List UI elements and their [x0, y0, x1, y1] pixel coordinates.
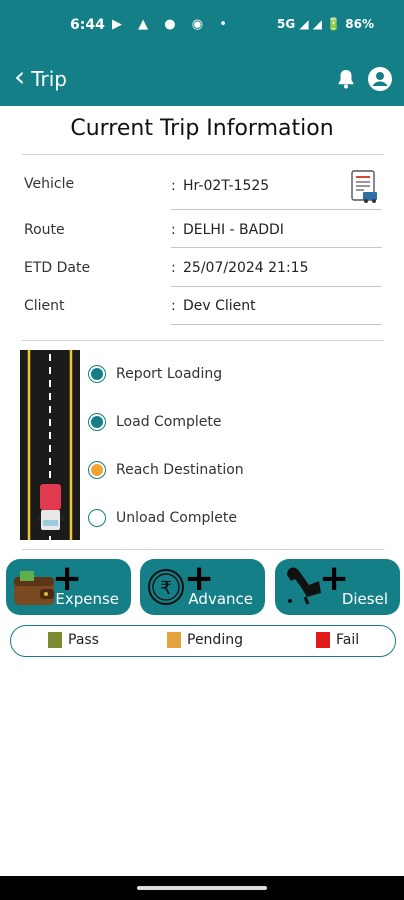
advance-button[interactable]: ₹ + Advance — [140, 559, 265, 615]
etd-date-colon: : — [171, 260, 176, 276]
fail-swatch — [316, 632, 330, 648]
svg-text:₹: ₹ — [160, 578, 171, 599]
home-gesture-handle[interactable] — [137, 886, 267, 890]
vehicle-label: Vehicle — [24, 176, 75, 192]
step-label: Report Loading — [116, 366, 223, 382]
step-radio[interactable] — [88, 365, 106, 383]
step-unload-complete[interactable]: Unload Complete — [88, 507, 237, 529]
legend-pending: Pending — [167, 632, 243, 648]
step-load-complete[interactable]: Load Complete — [88, 411, 222, 433]
legend-pass-label: Pass — [68, 632, 99, 648]
step-label: Reach Destination — [116, 462, 244, 478]
expense-label: Expense — [55, 590, 119, 608]
client-label: Client — [24, 298, 65, 314]
diesel-label: Diesel — [341, 590, 388, 608]
client-underline — [171, 324, 382, 325]
status-right: 5G ◢ ◢ 🔋 86% — [276, 17, 374, 31]
route-colon: : — [171, 222, 176, 238]
back-button[interactable]: ‹ Trip — [14, 60, 74, 94]
status-bar: 6:44 ▶ ▲ ● ◉ • 5G ◢ ◢ 🔋 86% — [0, 0, 404, 52]
etd-date-label: ETD Date — [24, 260, 91, 276]
road-truck-illustration — [20, 350, 80, 540]
divider — [22, 154, 384, 155]
app-title: Trip — [31, 67, 67, 91]
etd-date-underline — [171, 286, 382, 287]
status-time: 6:44 — [70, 17, 105, 33]
page-title: Current Trip Information — [70, 116, 334, 141]
expense-button[interactable]: + Expense — [6, 559, 131, 615]
divider — [22, 340, 384, 341]
status-legend: Pass Pending Fail — [10, 625, 396, 657]
legend-pending-label: Pending — [187, 632, 243, 648]
client-colon: : — [171, 298, 176, 314]
chevron-left-icon: ‹ — [14, 60, 26, 93]
notification-icons: ▶ ▲ ● ◉ • — [112, 17, 233, 32]
account-icon[interactable] — [368, 67, 392, 91]
client-value: Dev Client — [183, 298, 256, 314]
step-radio[interactable] — [88, 413, 106, 431]
rupee-icon: ₹ — [148, 569, 184, 605]
vehicle-underline — [171, 209, 382, 210]
route-value: DELHI - BADDI — [183, 222, 284, 238]
document-truck-icon[interactable] — [350, 170, 380, 204]
step-reach-destination[interactable]: Reach Destination — [88, 459, 244, 481]
pending-swatch — [167, 632, 181, 648]
step-radio[interactable] — [88, 461, 106, 479]
step-radio[interactable] — [88, 509, 106, 527]
legend-pass: Pass — [48, 632, 99, 648]
system-nav-bar — [0, 876, 404, 900]
step-report-loading[interactable]: Report Loading — [88, 363, 222, 385]
divider — [22, 549, 384, 550]
app-bar: ‹ Trip — [0, 52, 404, 106]
route-underline — [171, 247, 382, 248]
etd-date-value: 25/07/2024 21:15 — [183, 260, 309, 276]
step-label: Load Complete — [116, 414, 222, 430]
bell-icon[interactable] — [334, 67, 358, 91]
legend-fail: Fail — [316, 632, 359, 648]
vehicle-colon: : — [171, 178, 176, 194]
vehicle-value: Hr-02T-1525 — [183, 178, 270, 194]
legend-fail-label: Fail — [336, 632, 360, 648]
step-label: Unload Complete — [116, 510, 237, 526]
pass-swatch — [48, 632, 62, 648]
diesel-button[interactable]: + Diesel — [275, 559, 400, 615]
route-label: Route — [24, 222, 65, 238]
advance-label: Advance — [188, 590, 253, 608]
